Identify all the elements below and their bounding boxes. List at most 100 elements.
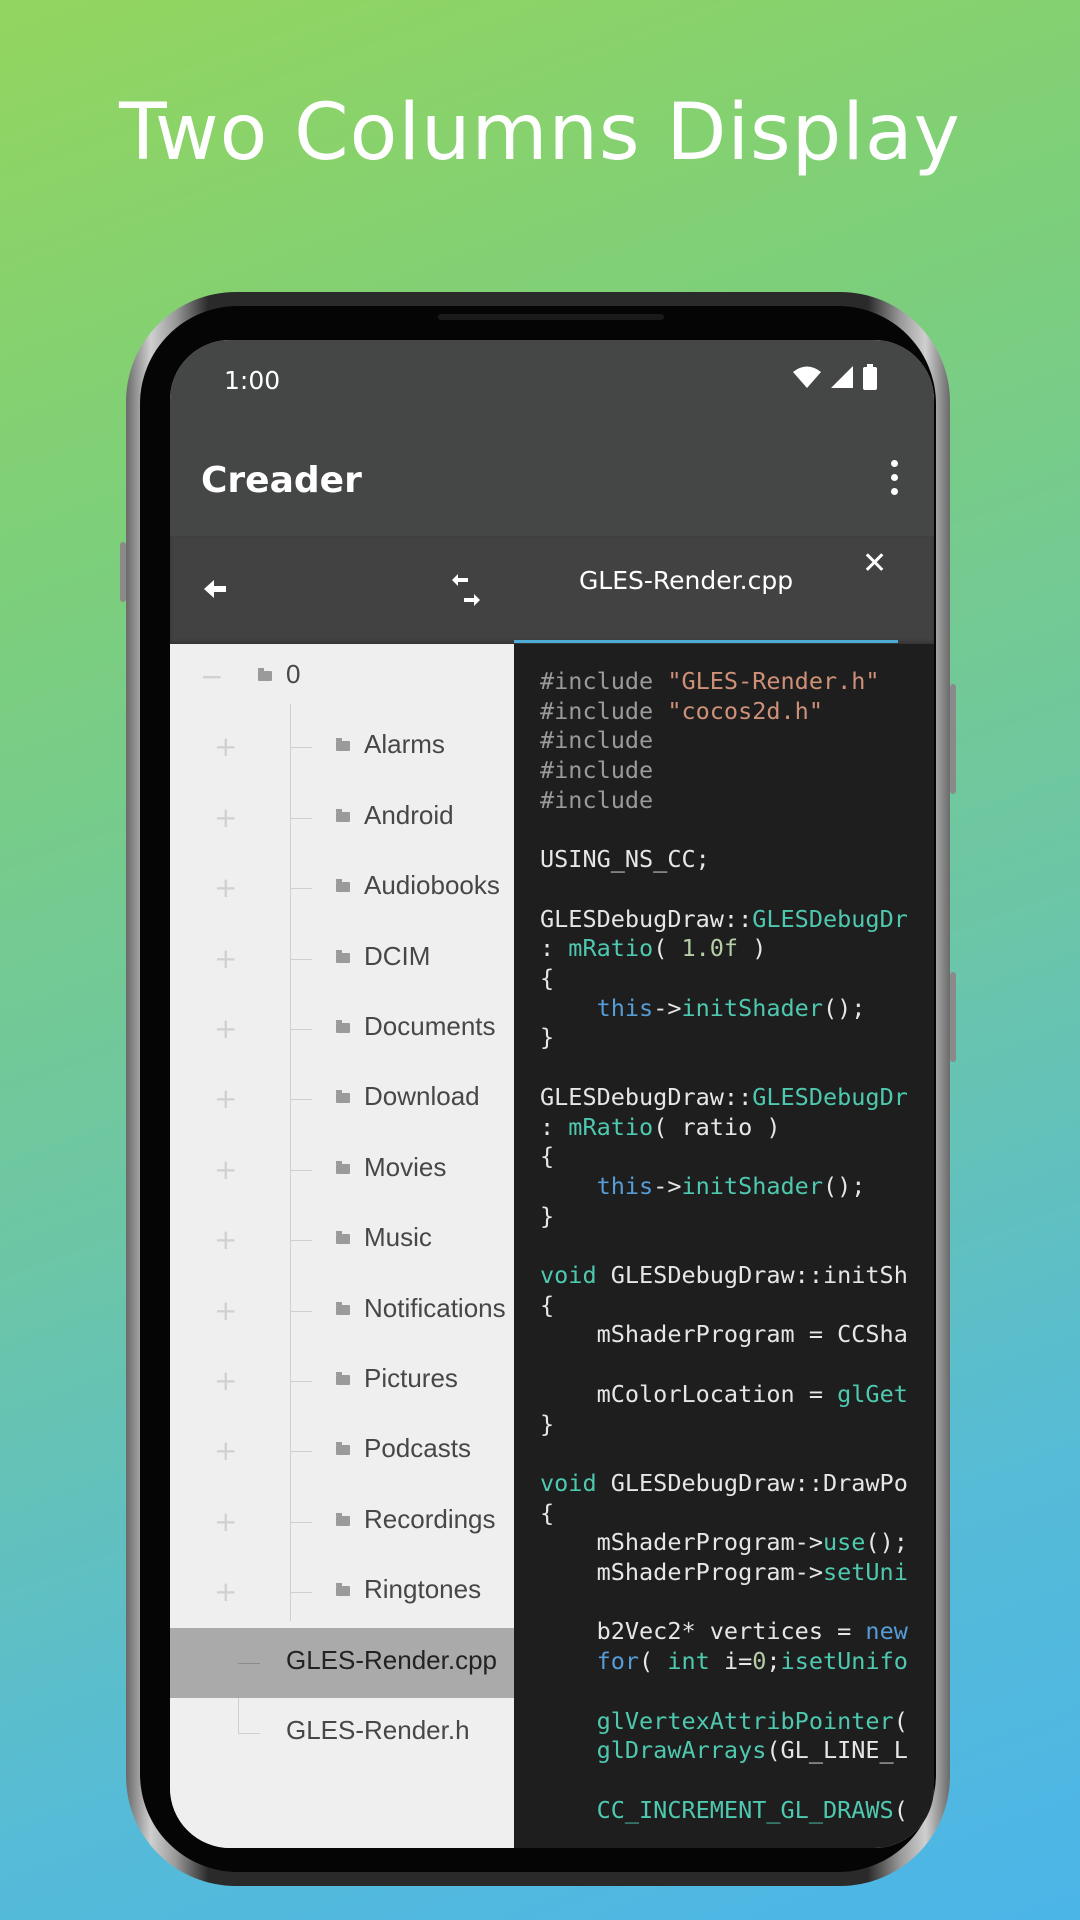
- tree-row-folder[interactable]: + Android: [170, 783, 514, 853]
- folder-icon: [336, 949, 350, 963]
- app-bar: Creader: [170, 422, 934, 536]
- tab-title[interactable]: GLES-Render.cpp: [514, 566, 858, 595]
- code-token: glGet: [837, 1379, 908, 1408]
- tree-connector: [290, 817, 312, 819]
- close-icon[interactable]: ✕: [862, 546, 887, 581]
- code-token: :: [540, 1112, 569, 1141]
- code-token: mShaderProgram = CCSha: [540, 1320, 908, 1349]
- code-token: :: [540, 934, 569, 963]
- code-token: GLESDebugDr: [752, 1082, 908, 1111]
- code-token: "GLES-Render.h": [667, 667, 880, 695]
- tree-expander[interactable]: +: [214, 1153, 237, 1186]
- phone-frame: 1:00 Creader GLES-Render.cpp ✕ − 0 + Ala…: [120, 292, 956, 1886]
- code-token: initShader: [681, 993, 823, 1022]
- tree-row-folder[interactable]: + Download: [170, 1064, 514, 1134]
- folder-icon: [336, 1583, 350, 1597]
- swap-icon[interactable]: [448, 570, 484, 610]
- tree-expander[interactable]: +: [214, 942, 237, 975]
- tree-row-folder[interactable]: + Podcasts: [170, 1416, 514, 1486]
- code-token: (: [653, 934, 682, 963]
- code-token: setUni: [822, 1558, 908, 1586]
- code-line: this->initShader();: [540, 1171, 866, 1201]
- tree-label: GLES-Render.h: [286, 1715, 470, 1745]
- code-line: CC_INCREMENT_GL_DRAWS(: [540, 1795, 908, 1825]
- code-line: #include "GLES-Render.h": [540, 666, 880, 696]
- tree-label: Documents: [364, 1011, 496, 1041]
- screen: 1:00 Creader GLES-Render.cpp ✕ − 0 + Ala…: [170, 340, 934, 1848]
- tree-expander[interactable]: +: [214, 871, 237, 904]
- code-token: #include: [540, 756, 654, 785]
- app-title: Creader: [201, 460, 362, 501]
- code-token: GLESDebugDraw::DrawPo: [596, 1468, 908, 1497]
- tree-expander[interactable]: +: [214, 1223, 237, 1256]
- code-token: {: [540, 1498, 555, 1527]
- code-line: this->initShader();: [540, 993, 866, 1023]
- tree-row-folder[interactable]: + Alarms: [170, 712, 514, 782]
- code-token: (: [893, 1795, 908, 1824]
- tree-row-folder[interactable]: + Documents: [170, 994, 514, 1064]
- code-token: {: [540, 964, 555, 992]
- volume-button: [950, 684, 956, 794]
- tree-expander[interactable]: +: [214, 730, 237, 763]
- code-line: : mRatio( ratio ): [540, 1112, 781, 1142]
- code-token: (: [639, 1647, 668, 1676]
- tree-row-folder[interactable]: + Ringtones: [170, 1557, 514, 1627]
- tree-expander[interactable]: +: [214, 1082, 237, 1115]
- file-tree: −0 + Alarms + Android + Audiobooks + DCIM + Docume…: [170, 644, 514, 1848]
- tree-expander[interactable]: +: [214, 1505, 237, 1538]
- tree-row-folder[interactable]: + Pictures: [170, 1346, 514, 1416]
- code-token: glDrawArrays: [596, 1736, 767, 1765]
- tree-row-file[interactable]: GLES-Render.h: [170, 1698, 514, 1768]
- file-toolbar: GLES-Render.cpp ✕: [170, 536, 934, 644]
- code-token: mRatio: [568, 934, 654, 963]
- code-line: mShaderProgram->use();: [540, 1527, 908, 1557]
- tree-label: Music: [364, 1222, 432, 1253]
- tree-label: Movies: [364, 1151, 447, 1182]
- tree-label: Podcasts: [364, 1433, 471, 1464]
- tree-expander[interactable]: +: [214, 1434, 237, 1467]
- speaker-grille: [438, 314, 664, 320]
- more-vert-icon[interactable]: [884, 460, 904, 500]
- code-token: use: [822, 1528, 866, 1557]
- tree-row-root[interactable]: −0: [170, 644, 514, 712]
- tree-row-folder[interactable]: + DCIM: [170, 924, 514, 994]
- wifi-icon: [793, 366, 821, 388]
- tree-connector: [290, 1169, 312, 1171]
- folder-icon: [336, 1090, 350, 1104]
- tree-expander[interactable]: +: [214, 1575, 237, 1608]
- folder-icon: [336, 1442, 350, 1456]
- tree-expander[interactable]: +: [214, 801, 237, 834]
- code-token: {: [540, 1142, 555, 1171]
- tree-expander[interactable]: +: [214, 1294, 237, 1327]
- code-token: GLESDebugDraw::: [540, 904, 753, 933]
- tree-expander[interactable]: +: [214, 1012, 237, 1045]
- tree-expander[interactable]: −: [200, 660, 223, 693]
- code-token: mShaderProgram->: [540, 1558, 823, 1586]
- battery-icon: [863, 364, 877, 390]
- tree-row-file[interactable]: GLES-Render.cpp: [170, 1627, 514, 1698]
- tree-connector: [238, 1662, 260, 1664]
- code-line: #include: [540, 785, 653, 815]
- status-time: 1:00: [224, 366, 281, 395]
- code-token: {: [540, 1290, 555, 1319]
- tree-row-folder[interactable]: + Notifications: [170, 1276, 514, 1346]
- tree-connector: [238, 1733, 260, 1734]
- code-token: #include: [540, 726, 654, 755]
- code-token: b2Vec2* vertices =: [540, 1617, 866, 1646]
- code-token: GLESDebugDraw::initSh: [596, 1261, 908, 1289]
- code-token: void: [540, 1261, 597, 1289]
- tree-connector: [290, 1451, 312, 1453]
- code-viewer[interactable]: #include "GLES-Render.h" #include "cocos2…: [514, 644, 934, 1848]
- tree-row-folder[interactable]: + Movies: [170, 1135, 514, 1205]
- code-token: glVertexAttribPointer: [596, 1706, 894, 1735]
- code-line: mShaderProgram = CCSha: [540, 1319, 908, 1349]
- arrow-back-icon[interactable]: [200, 574, 230, 604]
- tree-row-folder[interactable]: + Music: [170, 1205, 514, 1275]
- tree-row-folder[interactable]: + Audiobooks: [170, 853, 514, 923]
- tree-label: Download: [364, 1081, 480, 1112]
- tree-expander[interactable]: +: [214, 1364, 237, 1397]
- code-token: i=: [709, 1647, 753, 1676]
- tree-row-folder[interactable]: + Recordings: [170, 1487, 514, 1557]
